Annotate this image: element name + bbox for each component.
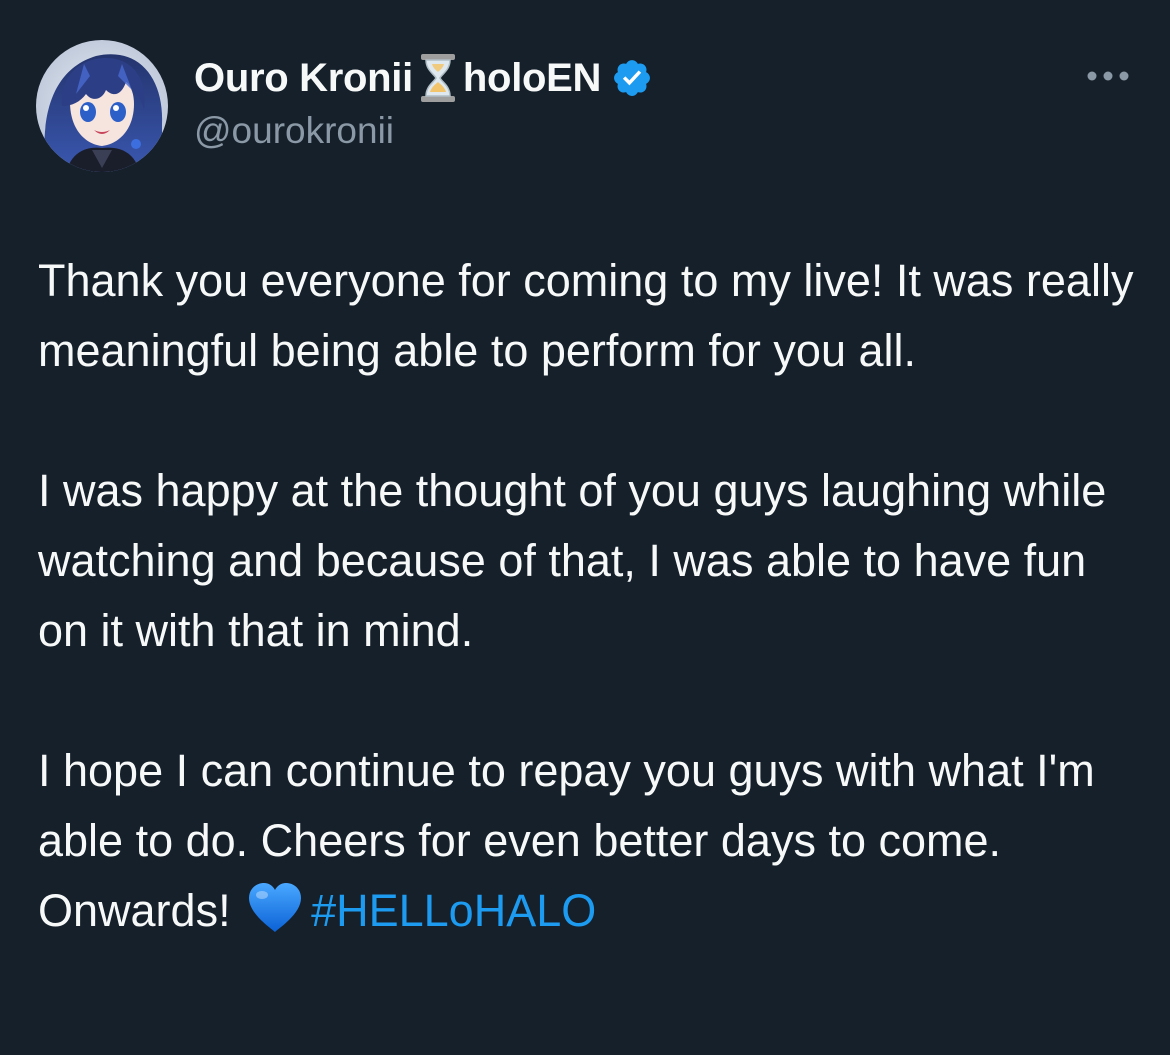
author-handle[interactable]: @ourokronii xyxy=(194,110,394,152)
avatar[interactable] xyxy=(36,40,168,172)
more-options-button[interactable] xyxy=(1080,56,1136,96)
verified-icon xyxy=(611,57,653,99)
tweet-card: Ouro Kronii holoEN @ourokronii Thank you… xyxy=(0,0,1170,1055)
display-name-part1: Ouro Kronii xyxy=(194,55,413,100)
author-name-row[interactable]: Ouro Kronii holoEN xyxy=(194,50,653,106)
tweet-text: Thank you everyone for coming to my live… xyxy=(38,246,1138,946)
tweet-paragraph-1: Thank you everyone for coming to my live… xyxy=(38,255,1134,376)
more-icon xyxy=(1087,71,1129,81)
display-name-part2: holoEN xyxy=(462,55,602,100)
blue-heart-icon xyxy=(247,882,303,934)
tweet-paragraph-3: I hope I can continue to repay you guys … xyxy=(38,736,1138,946)
hourglass-icon xyxy=(417,52,459,104)
tweet-paragraph-2: I was happy at the thought of you guys l… xyxy=(38,465,1107,656)
hashtag-link[interactable]: #HELLoHALO xyxy=(311,885,596,936)
